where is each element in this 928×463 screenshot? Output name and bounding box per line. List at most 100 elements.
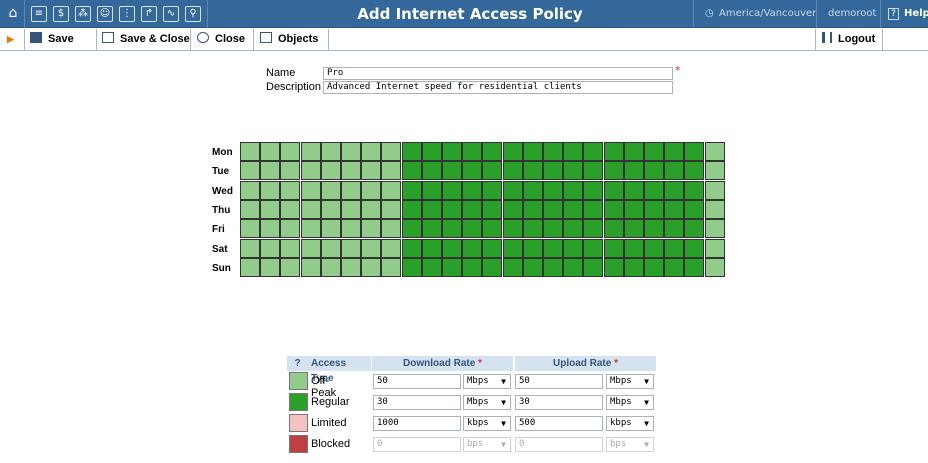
schedule-cell[interactable]	[502, 199, 523, 219]
schedule-cell[interactable]	[320, 257, 341, 277]
schedule-cell[interactable]	[442, 199, 462, 219]
schedule-cell[interactable]	[320, 219, 341, 239]
schedule-cell[interactable]	[522, 238, 543, 258]
close-button[interactable]: Close	[197, 29, 245, 50]
schedule-cell[interactable]	[381, 238, 402, 258]
schedule-cell[interactable]	[280, 180, 301, 200]
schedule-cell[interactable]	[563, 180, 584, 200]
schedule-cell[interactable]	[664, 219, 685, 239]
schedule-cell[interactable]	[704, 257, 725, 277]
schedule-cell[interactable]	[401, 199, 422, 219]
home-icon[interactable]: ⌂	[5, 6, 21, 22]
schedule-cell[interactable]	[644, 219, 664, 239]
schedule-cell[interactable]	[361, 219, 382, 239]
schedule-cell[interactable]	[482, 199, 503, 219]
schedule-cell[interactable]	[341, 257, 361, 277]
schedule-cell[interactable]	[240, 142, 260, 161]
schedule-cell[interactable]	[704, 219, 725, 239]
schedule-cell[interactable]	[240, 257, 260, 277]
schedule-cell[interactable]	[482, 238, 503, 258]
schedule-cell[interactable]	[603, 257, 624, 277]
upload-rate-input[interactable]: 50	[515, 374, 603, 389]
schedule-cell[interactable]	[361, 180, 382, 200]
schedule-cell[interactable]	[361, 257, 382, 277]
schedule-cell[interactable]	[442, 142, 462, 161]
upload-unit-select[interactable]: Mbps ▼	[606, 374, 654, 389]
schedule-cell[interactable]	[381, 257, 402, 277]
schedule-cell[interactable]	[320, 180, 341, 200]
schedule-cell[interactable]	[502, 219, 523, 239]
schedule-cell[interactable]	[563, 238, 584, 258]
schedule-cell[interactable]	[583, 142, 604, 161]
schedule-cell[interactable]	[644, 161, 664, 181]
schedule-cell[interactable]	[280, 219, 301, 239]
schedule-cell[interactable]	[462, 257, 483, 277]
schedule-cell[interactable]	[260, 180, 281, 200]
schedule-cell[interactable]	[644, 180, 664, 200]
schedule-cell[interactable]	[684, 161, 705, 181]
schedule-cell[interactable]	[502, 142, 523, 161]
schedule-cell[interactable]	[482, 257, 503, 277]
schedule-cell[interactable]	[583, 238, 604, 258]
download-unit-select[interactable]: kbps ▼	[463, 416, 511, 431]
schedule-cell[interactable]	[684, 180, 705, 200]
schedule-cell[interactable]	[300, 199, 321, 219]
schedule-cell[interactable]	[522, 199, 543, 219]
download-unit-select[interactable]: bps ▼	[463, 437, 511, 452]
schedule-cell[interactable]	[522, 219, 543, 239]
schedule-cell[interactable]	[543, 142, 563, 161]
schedule-cell[interactable]	[664, 142, 685, 161]
schedule-cell[interactable]	[623, 219, 644, 239]
schedule-cell[interactable]	[240, 180, 260, 200]
schedule-cell[interactable]	[381, 180, 402, 200]
schedule-cell[interactable]	[664, 199, 685, 219]
schedule-cell[interactable]	[644, 199, 664, 219]
upload-unit-select[interactable]: kbps ▼	[606, 416, 654, 431]
schedule-cell[interactable]	[361, 199, 382, 219]
schedule-cell[interactable]	[361, 142, 382, 161]
schedule-cell[interactable]	[583, 199, 604, 219]
schedule-cell[interactable]	[401, 238, 422, 258]
upload-rate-input[interactable]: 500	[515, 416, 603, 431]
schedule-cell[interactable]	[300, 219, 321, 239]
schedule-cell[interactable]	[623, 238, 644, 258]
schedule-cell[interactable]	[522, 180, 543, 200]
schedule-cell[interactable]	[442, 180, 462, 200]
upload-unit-select[interactable]: bps ▼	[606, 437, 654, 452]
schedule-cell[interactable]	[260, 199, 281, 219]
schedule-cell[interactable]	[543, 257, 563, 277]
schedule-cell[interactable]	[401, 257, 422, 277]
schedule-cell[interactable]	[502, 238, 523, 258]
schedule-cell[interactable]	[583, 161, 604, 181]
schedule-cell[interactable]	[442, 219, 462, 239]
schedule-cell[interactable]	[563, 199, 584, 219]
schedule-cell[interactable]	[240, 199, 260, 219]
schedule-cell[interactable]	[260, 219, 281, 239]
schedule-cell[interactable]	[482, 161, 503, 181]
schedule-cell[interactable]	[644, 142, 664, 161]
download-rate-input[interactable]: 1000	[373, 416, 461, 431]
schedule-cell[interactable]	[260, 257, 281, 277]
access-type-swatch[interactable]	[289, 393, 308, 411]
access-type-swatch[interactable]	[289, 372, 308, 390]
schedule-cell[interactable]	[664, 180, 685, 200]
schedule-cell[interactable]	[240, 161, 260, 181]
schedule-cell[interactable]	[502, 257, 523, 277]
schedule-cell[interactable]	[482, 219, 503, 239]
routing-icon[interactable]: ↱	[141, 6, 157, 22]
schedule-cell[interactable]	[522, 142, 543, 161]
schedule-cell[interactable]	[603, 199, 624, 219]
schedule-cell[interactable]	[563, 161, 584, 181]
schedule-cell[interactable]	[280, 142, 301, 161]
upload-rate-input[interactable]: 0	[515, 437, 603, 452]
schedule-cell[interactable]	[623, 142, 644, 161]
schedule-cell[interactable]	[462, 199, 483, 219]
schedule-cell[interactable]	[341, 238, 361, 258]
help-icon[interactable]: ?	[888, 8, 899, 20]
search-icon[interactable]: ⚲	[185, 6, 201, 22]
help-link[interactable]: Help	[904, 8, 928, 19]
logout-button[interactable]: Logout	[822, 29, 875, 50]
schedule-cell[interactable]	[320, 161, 341, 181]
schedule-cell[interactable]	[341, 142, 361, 161]
schedule-cell[interactable]	[644, 238, 664, 258]
